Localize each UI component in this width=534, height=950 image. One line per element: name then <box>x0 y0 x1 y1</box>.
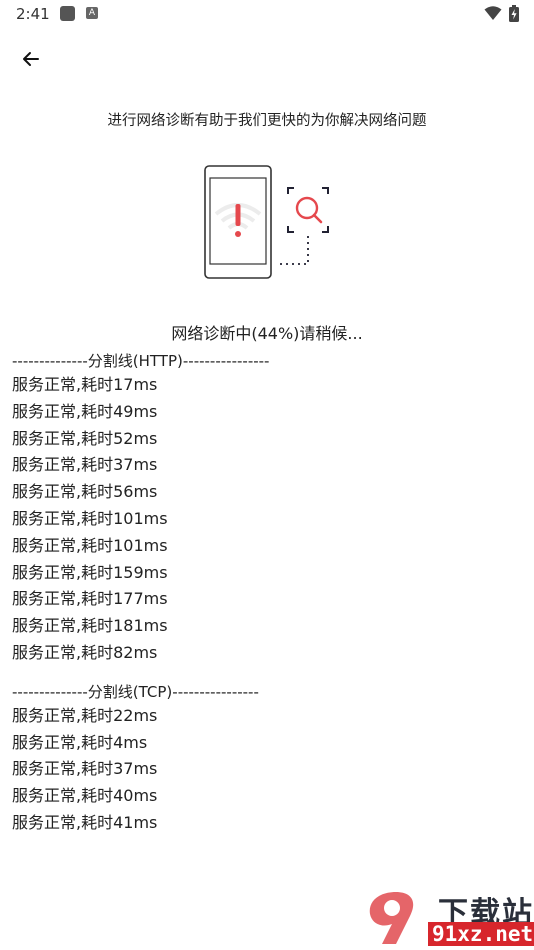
intro-text: 进行网络诊断有助于我们更快的为你解决网络问题 <box>107 113 427 129</box>
log-row: 服务正常,耗时56ms <box>12 482 158 502</box>
watermark-logo: 下载站 91xz.net <box>362 886 534 950</box>
log-row: 服务正常,耗时101ms <box>12 535 168 555</box>
log-row: 服务正常,耗时17ms <box>12 375 158 394</box>
status-time: 2:41 <box>16 5 50 23</box>
watermark-domain: 91xz.net <box>428 922 534 946</box>
back-button[interactable] <box>18 46 44 72</box>
app-icon <box>60 6 75 21</box>
log-row: 服务正常,耗时41ms <box>12 812 158 832</box>
diagnosis-log: --------------分割线(HTTP)---------------- … <box>12 350 522 837</box>
logo-9-icon <box>369 892 414 944</box>
magnifier-scan-icon <box>287 187 329 233</box>
log-row: 服务正常,耗时52ms <box>12 428 158 448</box>
log-row: 服务正常,耗时177ms <box>12 589 168 609</box>
wifi-icon <box>484 6 502 20</box>
status-bar: 2:41 A <box>0 0 534 28</box>
log-row: 服务正常,耗时181ms <box>12 616 168 636</box>
http-results: 服务正常,耗时17ms 服务正常,耗时49ms 服务正常,耗时52ms 服务正常… <box>12 372 522 667</box>
log-row: 服务正常,耗时37ms <box>12 759 158 779</box>
log-row: 服务正常,耗时40ms <box>12 786 158 806</box>
log-row: 服务正常,耗时101ms <box>12 508 168 528</box>
log-row: 服务正常,耗时159ms <box>12 562 168 582</box>
a-icon: A <box>86 7 98 19</box>
tcp-results: 服务正常,耗时22ms 服务正常,耗时4ms 服务正常,耗时37ms 服务正常,… <box>12 703 522 837</box>
log-row: 服务正常,耗时37ms <box>12 455 158 475</box>
wifi-warning-icon <box>214 203 262 237</box>
log-row: 服务正常,耗时22ms <box>12 705 158 725</box>
log-row: 服务正常,耗时82ms <box>12 642 158 662</box>
arrow-left-icon <box>23 52 39 66</box>
http-divider: --------------分割线(HTTP)---------------- <box>12 352 270 370</box>
tcp-divider: --------------分割线(TCP)---------------- <box>12 682 259 701</box>
diagnosis-progress-text: 网络诊断中(44%)请稍候... <box>171 324 363 343</box>
battery-charging-icon <box>509 5 519 22</box>
diagnosis-illustration <box>204 165 329 279</box>
log-row: 服务正常,耗时4ms <box>12 732 148 752</box>
log-row: 服务正常,耗时49ms <box>12 401 158 421</box>
